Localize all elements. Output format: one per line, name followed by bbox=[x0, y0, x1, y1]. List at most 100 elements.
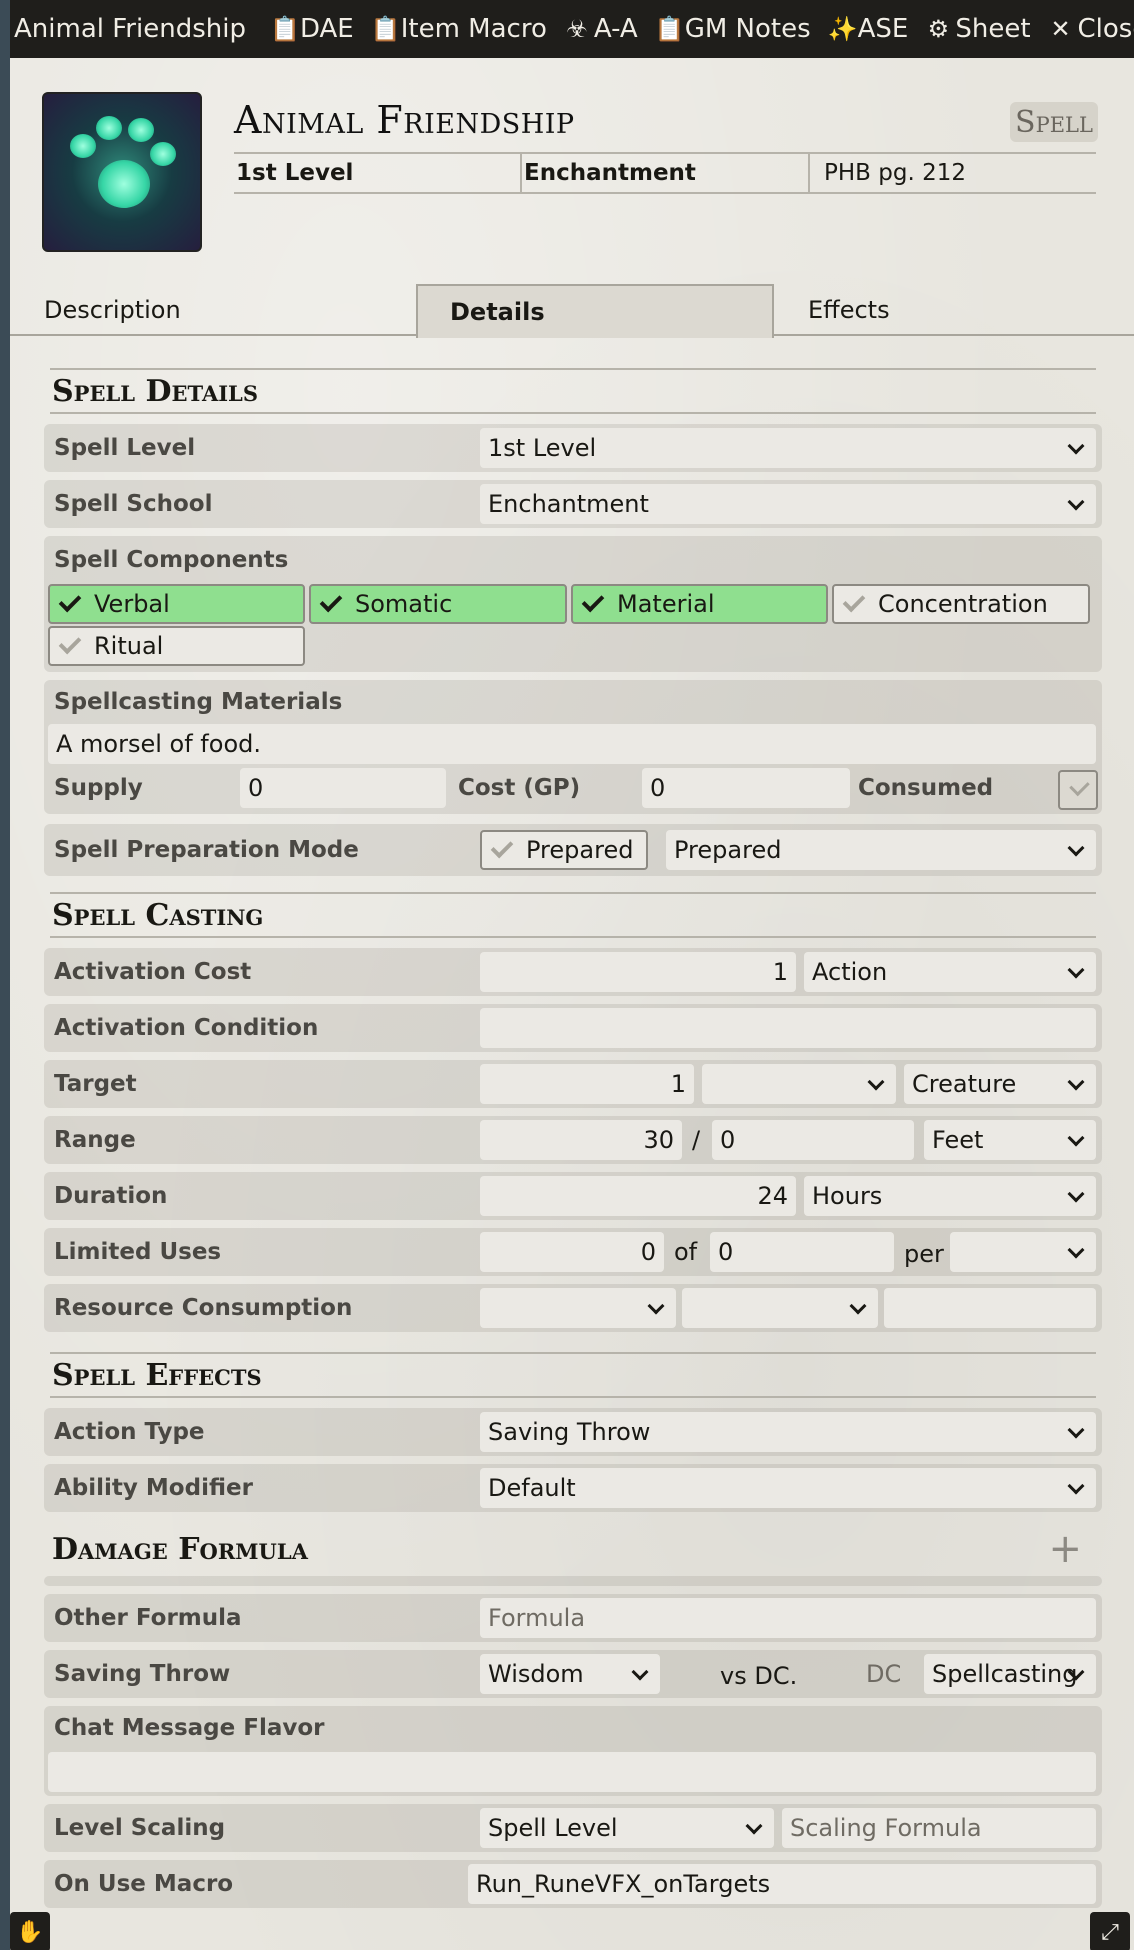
on-use-macro-input[interactable]: Run_RuneVFX_onTargets bbox=[468, 1864, 1096, 1904]
row-spell-components: Spell Components Verbal Somatic Material… bbox=[44, 536, 1102, 672]
uses-per-text: per bbox=[904, 1240, 944, 1268]
item-portrait[interactable] bbox=[42, 92, 202, 252]
target-value-input[interactable]: 1 bbox=[480, 1064, 694, 1104]
resource-target-select[interactable] bbox=[682, 1288, 878, 1328]
component-concentration-label: Concentration bbox=[878, 590, 1048, 618]
component-concentration-toggle[interactable]: Concentration bbox=[832, 584, 1090, 624]
sheet-button-label: Sheet bbox=[955, 14, 1031, 44]
target-label: Target bbox=[54, 1071, 137, 1097]
paw-toe bbox=[96, 116, 122, 140]
scaling-formula-input[interactable]: Scaling Formula bbox=[782, 1808, 1096, 1848]
add-damage-plus-icon[interactable]: + bbox=[1048, 1526, 1082, 1572]
paw-pad bbox=[98, 160, 150, 208]
target-units-select[interactable] bbox=[702, 1064, 896, 1104]
resource-type-select[interactable] bbox=[480, 1288, 676, 1328]
gm-notes-button[interactable]: 📋 GM Notes bbox=[655, 14, 811, 44]
chat-flavor-label: Chat Message Flavor bbox=[54, 1715, 325, 1741]
action-type-select[interactable]: Saving Throw bbox=[480, 1412, 1096, 1452]
item-name[interactable]: Animal Friendship bbox=[234, 98, 575, 142]
materials-input[interactable]: A morsel of food. bbox=[48, 724, 1096, 764]
paw-toe bbox=[70, 134, 96, 158]
ase-button[interactable]: ✨ ASE bbox=[828, 14, 909, 44]
clipboard-icon: 📋 bbox=[654, 15, 685, 43]
tab-effects[interactable]: Effects bbox=[808, 284, 890, 336]
cost-input[interactable]: 0 bbox=[642, 768, 850, 808]
component-somatic-label: Somatic bbox=[355, 590, 453, 618]
paw-toe bbox=[150, 142, 176, 166]
close-button[interactable]: ✕ Close bbox=[1048, 14, 1134, 44]
uses-value-input[interactable]: 0 bbox=[480, 1232, 664, 1272]
resize-handle-icon[interactable]: ⤢ bbox=[1090, 1912, 1130, 1950]
row-chat-flavor: Chat Message Flavor bbox=[44, 1706, 1102, 1796]
component-ritual-toggle[interactable]: Ritual bbox=[48, 626, 305, 666]
tab-details[interactable]: Details bbox=[416, 284, 774, 338]
gear-icon: ⚙ bbox=[927, 15, 950, 43]
sheet-config-button[interactable]: ⚙ Sheet bbox=[925, 14, 1031, 44]
spell-level-select[interactable]: 1st Level bbox=[480, 428, 1096, 468]
component-somatic-toggle[interactable]: Somatic bbox=[309, 584, 567, 624]
row-spell-preparation: Spell Preparation Mode Prepared Prepared bbox=[44, 824, 1102, 876]
check-icon bbox=[842, 589, 866, 613]
prepared-toggle[interactable]: Prepared bbox=[480, 830, 648, 870]
uses-period-select[interactable] bbox=[950, 1232, 1096, 1272]
check-icon bbox=[58, 589, 82, 613]
magic-wand-icon: ✨ bbox=[827, 15, 858, 43]
component-ritual-label: Ritual bbox=[94, 632, 164, 660]
row-activation-condition: Activation Condition bbox=[44, 1004, 1102, 1052]
range-units-select[interactable]: Feet bbox=[924, 1120, 1096, 1160]
resource-consumption-label: Resource Consumption bbox=[54, 1295, 353, 1321]
biohazard-icon: ☣ bbox=[566, 15, 588, 43]
row-limited-uses: Limited Uses 0 of 0 per bbox=[44, 1228, 1102, 1276]
dc-input[interactable]: DC bbox=[866, 1654, 901, 1694]
item-macro-button-label: Item Macro bbox=[400, 14, 547, 44]
saving-throw-ability-select[interactable]: Wisdom bbox=[480, 1654, 660, 1694]
range-long-input[interactable]: 0 bbox=[712, 1120, 914, 1160]
consumed-checkbox[interactable] bbox=[1058, 770, 1098, 810]
dae-button[interactable]: 📋 DAE bbox=[270, 14, 354, 44]
duration-value-input[interactable]: 24 bbox=[480, 1176, 796, 1216]
dc-scaling-select[interactable]: Spellcasting bbox=[924, 1654, 1096, 1694]
component-verbal-toggle[interactable]: Verbal bbox=[48, 584, 305, 624]
item-macro-button[interactable]: 📋 Item Macro bbox=[371, 14, 547, 44]
preparation-mode-select[interactable]: Prepared bbox=[666, 830, 1096, 870]
aa-button[interactable]: ☣ A-A bbox=[564, 14, 638, 44]
summary-source[interactable]: PHB pg. 212 bbox=[810, 154, 1096, 192]
activation-type-select[interactable]: Action bbox=[804, 952, 1096, 992]
section-spell-casting: Spell Casting bbox=[50, 892, 1096, 938]
uses-max-input[interactable]: 0 bbox=[710, 1232, 894, 1272]
spell-school-select[interactable]: Enchantment bbox=[480, 484, 1096, 524]
window-titlebar[interactable]: Animal Friendship 📋 DAE 📋 Item Macro ☣ A… bbox=[10, 0, 1134, 58]
activation-cost-input[interactable]: 1 bbox=[480, 952, 796, 992]
chat-flavor-input[interactable] bbox=[48, 1752, 1096, 1792]
resource-amount-input[interactable] bbox=[884, 1288, 1096, 1328]
component-material-toggle[interactable]: Material bbox=[571, 584, 828, 624]
duration-units-select[interactable]: Hours bbox=[804, 1176, 1096, 1216]
level-scaling-select[interactable]: Spell Level bbox=[480, 1808, 774, 1848]
row-other-formula: Other Formula Formula bbox=[44, 1594, 1102, 1642]
supply-input[interactable]: 0 bbox=[240, 768, 446, 808]
cost-label: Cost (GP) bbox=[458, 775, 581, 801]
range-label: Range bbox=[54, 1127, 136, 1153]
check-icon bbox=[58, 631, 82, 655]
preparation-mode-label: Spell Preparation Mode bbox=[54, 837, 359, 863]
damage-formula-title: Damage Formula bbox=[52, 1532, 308, 1567]
section-spell-details: Spell Details bbox=[50, 368, 1096, 414]
clipboard-icon: 📋 bbox=[269, 15, 300, 43]
hand-icon[interactable]: ✋ bbox=[10, 1912, 50, 1950]
activation-cost-label: Activation Cost bbox=[54, 959, 252, 985]
spell-school-label: Spell School bbox=[54, 491, 213, 517]
ability-modifier-select[interactable]: Default bbox=[480, 1468, 1096, 1508]
row-spell-level: Spell Level 1st Level bbox=[44, 424, 1102, 472]
tab-description[interactable]: Description bbox=[44, 284, 181, 336]
other-formula-input[interactable]: Formula bbox=[480, 1598, 1096, 1638]
activation-condition-input[interactable] bbox=[480, 1008, 1096, 1048]
component-material-label: Material bbox=[617, 590, 715, 618]
row-spellcasting-materials: Spellcasting Materials A morsel of food.… bbox=[44, 680, 1102, 814]
action-type-label: Action Type bbox=[54, 1419, 205, 1445]
target-type-select[interactable]: Creature bbox=[904, 1064, 1096, 1104]
row-on-use-macro: On Use Macro Run_RuneVFX_onTargets bbox=[44, 1860, 1102, 1908]
on-use-macro-label: On Use Macro bbox=[54, 1871, 234, 1897]
range-value-input[interactable]: 30 bbox=[480, 1120, 682, 1160]
row-activation-cost: Activation Cost 1 Action bbox=[44, 948, 1102, 996]
section-spell-effects: Spell Effects bbox=[50, 1352, 1096, 1398]
